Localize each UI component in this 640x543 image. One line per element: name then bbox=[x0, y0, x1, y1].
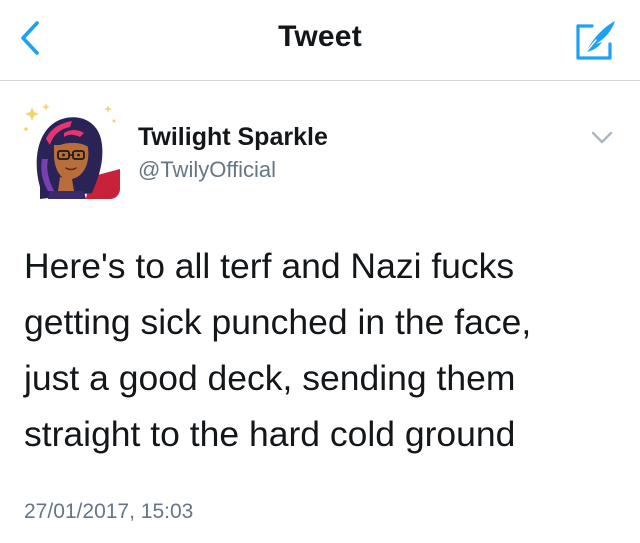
tweet-menu-button[interactable] bbox=[586, 126, 618, 150]
chevron-down-icon bbox=[591, 131, 613, 144]
tweet-text: Here's to all terf and Nazi fucks gettin… bbox=[24, 246, 532, 454]
top-navigation-bar: Tweet bbox=[0, 0, 640, 81]
avatar-illustration bbox=[20, 99, 120, 199]
page-title: Tweet bbox=[278, 20, 362, 53]
compose-quill-icon bbox=[576, 21, 615, 60]
compose-tweet-button[interactable] bbox=[572, 16, 620, 64]
tweet-author-header: Twilight Sparkle @TwilyOfficial bbox=[0, 81, 640, 211]
tweet-timestamp: 27/01/2017, 15:03 bbox=[24, 500, 194, 523]
author-handle[interactable]: @TwilyOfficial bbox=[138, 157, 276, 183]
author-display-name[interactable]: Twilight Sparkle bbox=[138, 123, 328, 152]
avatar[interactable] bbox=[20, 99, 120, 199]
